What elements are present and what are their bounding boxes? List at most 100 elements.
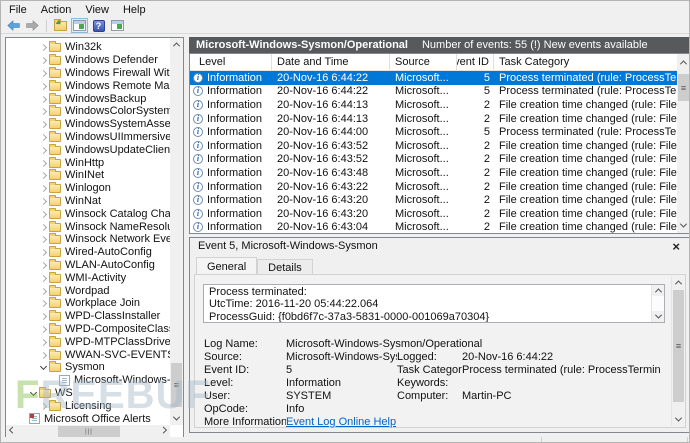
menu-action[interactable]: Action [34,3,79,17]
tree-item[interactable]: WinHttp [6,156,170,169]
chevron-right-icon[interactable] [39,209,49,219]
tree-item[interactable]: Windows Firewall With Adv [6,67,170,80]
chevron-right-icon[interactable] [39,311,49,321]
tree-item[interactable]: Winsock Catalog Change [6,207,170,220]
event-row[interactable]: iInformation20-Nov-16 6:43:52Microsoft..… [190,153,677,167]
tree-item[interactable]: Windows Defender [6,54,170,67]
menu-view[interactable]: View [78,3,116,17]
chevron-right-icon[interactable] [39,260,49,270]
back-button[interactable] [5,18,22,33]
tree-item[interactable]: WinNat [6,195,170,208]
help-button[interactable]: ? [90,18,107,33]
chevron-right-icon[interactable] [39,222,49,232]
event-description-box[interactable]: Process terminated: UtcTime: 2016-11-20 … [203,284,665,323]
tree-item[interactable]: Win32k [6,41,170,54]
chevron-right-icon[interactable] [39,94,49,104]
forward-button[interactable] [24,18,41,33]
tree-item[interactable]: WS [6,387,170,400]
chevron-right-icon[interactable] [39,55,49,65]
open-saved-log-button[interactable] [52,18,69,33]
chevron-right-icon[interactable] [39,401,49,411]
tree-item[interactable]: Workplace Join [6,297,170,310]
tree-item[interactable]: WindowsSystemAssessmen [6,118,170,131]
tab-general[interactable]: General [196,257,257,274]
chevron-right-icon[interactable] [39,350,49,360]
scroll-down-button[interactable] [672,413,684,426]
tree-item[interactable]: WinINet [6,169,170,182]
close-icon[interactable]: × [670,240,682,253]
chevron-right-icon[interactable] [39,286,49,296]
scroll-up-button[interactable] [652,285,664,296]
tree-item[interactable]: WindowsColorSystem [6,105,170,118]
menu-help[interactable]: Help [116,3,153,17]
tree-item[interactable]: Windows Remote Manager [6,79,170,92]
scroll-down-button[interactable] [677,219,690,232]
chevron-right-icon[interactable] [39,42,49,52]
tree-item[interactable]: Wordpad [6,284,170,297]
menu-file[interactable]: File [2,3,34,17]
column-header-event-id[interactable]: Event ID [457,54,494,70]
tree-item[interactable]: Microsoft Office Alerts [6,412,170,425]
tree-item[interactable]: Licensing [6,399,170,412]
tree-item[interactable]: Winlogon [6,182,170,195]
list-vertical-scrollbar[interactable]: ≡ [677,54,690,233]
tree-vertical-scrollbar[interactable]: ≡ [170,38,183,425]
event-row[interactable]: iInformation20-Nov-16 6:44:00Microsoft..… [190,125,677,139]
tree-item[interactable]: WPD-CompositeClassDrive [6,323,170,336]
event-row[interactable]: iInformation20-Nov-16 6:43:52Microsoft..… [190,139,677,153]
column-header-date-and-time[interactable]: Date and Time [272,54,390,70]
scroll-thumb[interactable]: ≡ [673,290,684,402]
chevron-right-icon[interactable] [39,132,49,142]
show-action-pane-button[interactable] [109,18,126,33]
chevron-right-icon[interactable] [39,68,49,78]
scroll-thumb[interactable]: ≡ [171,363,182,407]
chevron-right-icon[interactable] [39,170,49,180]
tree-item[interactable]: Microsoft-Windows-Sys [6,374,170,387]
chevron-right-icon[interactable] [39,298,49,308]
tree-item[interactable]: WMI-Activity [6,271,170,284]
column-header-task-category[interactable]: Task Category [494,54,677,70]
description-scrollbar[interactable] [651,285,664,322]
event-row[interactable]: iInformation20-Nov-16 6:43:22Microsoft..… [190,180,677,194]
chevron-right-icon[interactable] [39,183,49,193]
scroll-thumb[interactable]: ||| [58,426,120,437]
chevron-right-icon[interactable] [39,106,49,116]
show-console-tree-button[interactable] [71,18,88,33]
tab-details[interactable]: Details [257,259,313,274]
event-log-online-help-link[interactable]: Event Log Online Help [286,416,396,428]
tree-item[interactable]: WPD-ClassInstaller [6,310,170,323]
event-row[interactable]: iInformation20-Nov-16 6:43:04Microsoft..… [190,221,677,233]
tree-item[interactable]: WindowsUpdateClient [6,143,170,156]
tree-item[interactable]: WindowsBackup [6,92,170,105]
scroll-down-button[interactable] [652,311,664,322]
event-row[interactable]: iInformation20-Nov-16 6:44:13Microsoft..… [190,98,677,112]
scroll-thumb[interactable]: ≡ [678,74,689,101]
tree-item[interactable]: Winsock Network Event [6,233,170,246]
scroll-up-button[interactable] [170,38,183,51]
column-header-level[interactable]: Level [190,54,272,70]
tree-item[interactable]: Winsock NameResolution Ev [6,220,170,233]
scroll-down-button[interactable] [170,412,183,425]
chevron-right-icon[interactable] [39,273,49,283]
tree-item[interactable]: WindowsUIImmersive [6,131,170,144]
chevron-down-icon[interactable] [29,388,39,398]
chevron-right-icon[interactable] [39,234,49,244]
scroll-up-button[interactable] [677,56,690,69]
chevron-right-icon[interactable] [39,119,49,129]
chevron-right-icon[interactable] [39,145,49,155]
chevron-right-icon[interactable] [39,158,49,168]
event-row[interactable]: iInformation20-Nov-16 6:44:13Microsoft..… [190,112,677,126]
tree-item[interactable]: WLAN-AutoConfig [6,259,170,272]
event-row[interactable]: iInformation20-Nov-16 6:44:22Microsoft..… [190,85,677,99]
event-row[interactable]: iInformation20-Nov-16 6:43:20Microsoft..… [190,207,677,221]
chevron-right-icon[interactable] [39,81,49,91]
scroll-up-button[interactable] [672,276,684,289]
chevron-right-icon[interactable] [39,196,49,206]
column-header-source[interactable]: Source [390,54,457,70]
tree-item[interactable]: WPD-MTPClassDriver [6,335,170,348]
event-row[interactable]: iInformation20-Nov-16 6:43:20Microsoft..… [190,193,677,207]
chevron-right-icon[interactable] [39,324,49,334]
chevron-down-icon[interactable] [39,362,49,372]
tree-item[interactable]: Wired-AutoConfig [6,246,170,259]
tree-item[interactable]: WWAN-SVC-EVENTS [6,348,170,361]
